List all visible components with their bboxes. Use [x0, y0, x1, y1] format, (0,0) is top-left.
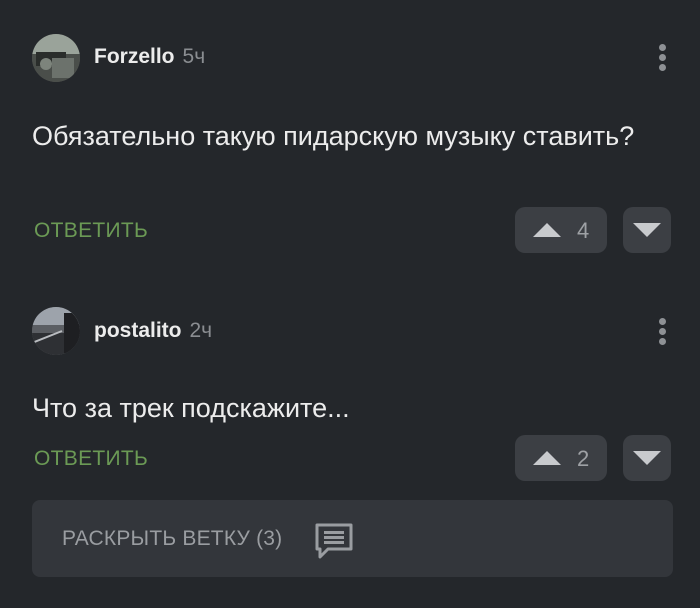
arrow-down-icon	[633, 223, 661, 237]
author-name[interactable]: Forzello 5ч	[94, 45, 205, 69]
more-options-icon[interactable]	[650, 316, 674, 350]
timestamp: 2ч	[189, 319, 213, 342]
reply-button[interactable]: ОТВЕТИТЬ	[34, 219, 148, 243]
author-label: postalito	[94, 319, 182, 342]
author-label: Forzello	[94, 45, 175, 68]
reply-button[interactable]: ОТВЕТИТЬ	[34, 447, 148, 471]
arrow-up-icon	[533, 223, 561, 237]
avatar[interactable]	[32, 34, 80, 82]
timestamp: 5ч	[182, 45, 206, 68]
expand-thread-button[interactable]: РАСКРЫТЬ ВЕТКУ (3)	[32, 500, 673, 577]
expand-thread-label: РАСКРЫТЬ ВЕТКУ (3)	[62, 527, 283, 550]
upvote-button[interactable]: 4	[515, 207, 607, 253]
vote-count: 2	[577, 446, 590, 471]
vote-count: 4	[577, 218, 590, 243]
arrow-down-icon	[633, 451, 661, 465]
comment-icon	[314, 522, 354, 565]
downvote-button[interactable]	[623, 207, 671, 253]
more-options-icon[interactable]	[650, 42, 674, 76]
downvote-button[interactable]	[623, 435, 671, 481]
upvote-button[interactable]: 2	[515, 435, 607, 481]
comment-text: Обязательно такую пидарскую музыку стави…	[32, 121, 635, 151]
comment-text: Что за трек подскажите...	[32, 393, 350, 423]
avatar[interactable]	[32, 307, 80, 355]
arrow-up-icon	[533, 451, 561, 465]
author-name[interactable]: postalito 2ч	[94, 319, 212, 343]
